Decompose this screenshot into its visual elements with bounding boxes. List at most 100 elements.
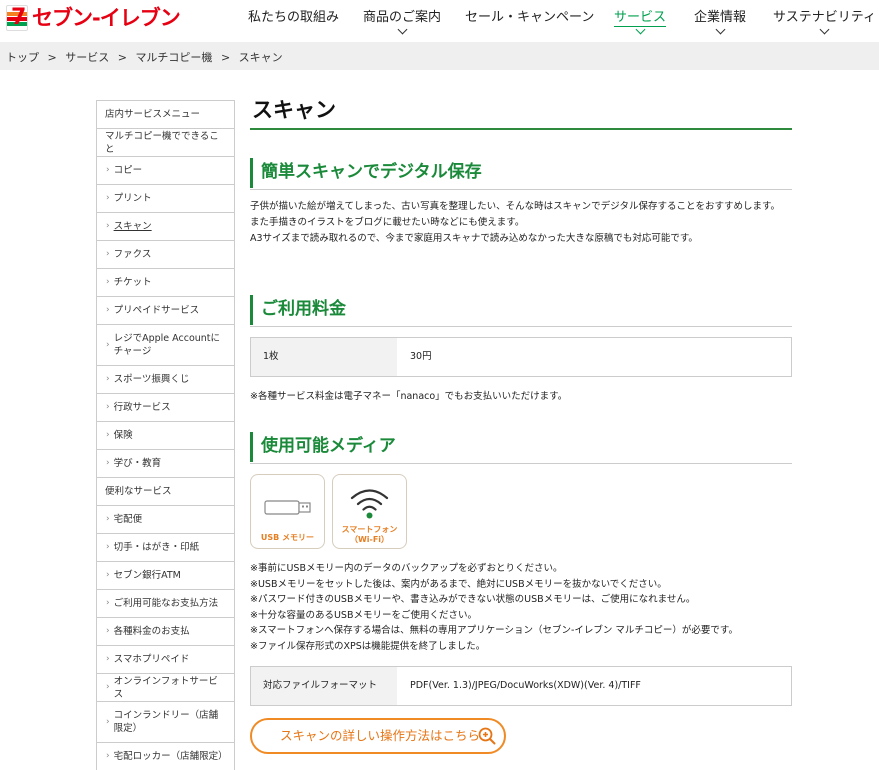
sidebar-item-online-photo[interactable]: › オンラインフォトサービス [97, 674, 234, 702]
media-smartphone-wifi: スマートフォン （Wi-Fi） [332, 474, 407, 549]
file-format-table: 対応ファイルフォーマット PDF(Ver. 1.3)/JPEG/DocuWork… [250, 666, 792, 706]
note-line: ※十分な容量のあるUSBメモリーをご使用ください。 [250, 609, 477, 621]
chevron-right-icon: › [106, 716, 110, 727]
nav-label: サステナビリティ [773, 10, 876, 25]
nav-item-initiatives[interactable]: 私たちの取組み [248, 6, 339, 25]
nav-item-sustainability[interactable]: サステナビリティ [773, 6, 876, 35]
chevron-right-icon: › [106, 221, 110, 231]
sidebar-item-label: チケット [113, 277, 152, 288]
sidebar-item-sports-lottery[interactable]: › スポーツ振興くじ [97, 366, 234, 394]
sidebar-item-useful-services[interactable]: 便利なサービス [97, 478, 234, 506]
sidebar-item-scan[interactable]: › スキャン [97, 213, 234, 241]
logo-text: セブン-イレブン [32, 6, 181, 30]
chevron-right-icon: › [106, 374, 110, 384]
sidebar-item-multicopy[interactable]: マルチコピー機でできること [97, 129, 234, 157]
chevron-right-icon: › [106, 193, 110, 203]
breadcrumb-separator: > [47, 51, 57, 64]
sidebar-item-label: コインランドリー（店舗限定） [113, 710, 219, 734]
price-table: 1枚 30円 [250, 337, 792, 377]
site-header: 7 セブン-イレブン 私たちの取組み 商品のご案内 セール・キャンペーン サービ… [0, 0, 879, 42]
sidebar-item-delivery[interactable]: › 宅配便 [97, 506, 234, 534]
sidebar-item-government[interactable]: › 行政サービス [97, 394, 234, 422]
breadcrumb-services[interactable]: サービス [65, 51, 109, 64]
note-line: ※スマートフォンへ保存する場合は、無料の専用アプリケーション（セブン-イレブン … [250, 625, 738, 636]
sidebar-item-label: 店内サービスメニュー [105, 109, 201, 120]
section-description: 子供が描いた絵が増えてしまった、古い写真を整理したい、そんな時はスキャンでデジタ… [250, 199, 792, 247]
chevron-down-icon [397, 24, 407, 35]
chevron-down-icon [819, 24, 830, 35]
nav-label: 商品のご案内 [363, 10, 442, 25]
nav-item-products[interactable]: 商品のご案内 [363, 6, 442, 35]
sidebar-item-insurance[interactable]: › 保険 [97, 422, 234, 450]
chevron-right-icon: › [106, 598, 110, 608]
sidebar-item-label: 便利なサービス [105, 486, 172, 497]
sidebar-item-label: プリペイドサービス [113, 305, 200, 316]
media-notes: ※事前にUSBメモリー内のデータのバックアップを必ずおとりください。 ※USBメ… [250, 561, 792, 654]
usb-memory-icon [264, 500, 311, 515]
media-label: スマートフォン [341, 525, 398, 534]
sidebar-item-payment-methods[interactable]: › ご利用可能なお支払方法 [97, 590, 234, 618]
sidebar-item-fax[interactable]: › ファクス [97, 241, 234, 269]
section-title-pricing: ご利用料金 [250, 295, 792, 327]
chevron-right-icon: › [106, 570, 110, 580]
sidebar-item-label: ご利用可能なお支払方法 [113, 598, 219, 609]
section-title-digital-save: 簡単スキャンでデジタル保存 [250, 158, 792, 190]
nav-item-sale-campaign[interactable]: セール・キャンペーン [465, 6, 594, 25]
sidebar-item-label: オンラインフォトサービス [113, 675, 218, 700]
chevron-right-icon: › [106, 751, 110, 761]
sidebar-item-delivery-locker[interactable]: › 宅配ロッカー（店舗限定） [97, 743, 234, 770]
sidebar-item-label: 各種料金のお支払 [113, 626, 190, 637]
sidebar-item-stamps[interactable]: › 切手・はがき・印紙 [97, 534, 234, 562]
breadcrumb-separator: > [220, 51, 231, 64]
breadcrumb-current: スキャン [238, 51, 283, 64]
sidebar-item-label: マルチコピー機でできること [105, 130, 219, 155]
chevron-right-icon: › [106, 654, 110, 664]
sidebar-item-education[interactable]: › 学び・教育 [97, 450, 234, 478]
chevron-right-icon: › [106, 514, 110, 524]
sidebar-item-coin-laundry[interactable]: › コインランドリー（店舗限定） [97, 702, 234, 743]
sidebar-item-ticket[interactable]: › チケット [97, 269, 234, 297]
sidebar-item-apple-charge[interactable]: › レジでApple Accountにチャージ [97, 325, 234, 366]
breadcrumb-top[interactable]: トップ [6, 51, 39, 64]
chevron-right-icon: › [106, 682, 110, 692]
sidebar-item-label: レジでApple Accountにチャージ [113, 333, 221, 357]
description-line: 子供が描いた絵が増えてしまった、古い写真を整理したい、そんな時はスキャンでデジタ… [250, 201, 781, 212]
scan-instructions-button[interactable]: スキャンの詳しい操作方法はこちら [250, 718, 506, 754]
sidebar-item-label: ファクス [113, 249, 152, 260]
media-label: USB メモリー [260, 533, 315, 542]
description-line: A3サイズまで読み取れるので、今まで家庭用スキャナで読み込めなかった大きな原稿で… [250, 233, 698, 244]
media-usb-memory: USB メモリー [250, 474, 325, 549]
sidebar-item-label: プリント [113, 193, 152, 204]
sidebar-item-label: スマホプリペイド [113, 654, 190, 665]
nav-label: 私たちの取組み [248, 10, 340, 25]
chevron-right-icon: › [106, 277, 110, 287]
wifi-icon [350, 489, 389, 519]
chevron-down-icon [715, 24, 725, 35]
breadcrumb-multicopy[interactable]: マルチコピー機 [135, 51, 212, 64]
section-title-media: 使用可能メディア [250, 432, 792, 464]
payment-note: ※各種サービス料金は電子マネー「nanaco」でもお支払いいただけます。 [250, 391, 568, 402]
page-title: スキャン [250, 96, 792, 130]
sidebar-item-smartphone-prepaid[interactable]: › スマホプリペイド [97, 646, 234, 674]
sidebar-item-prepaid[interactable]: › プリペイドサービス [97, 297, 234, 325]
chevron-right-icon: › [106, 458, 110, 468]
media-label: （Wi-Fi） [349, 535, 390, 544]
sidebar-heading: 店内サービスメニュー [97, 101, 234, 129]
sidebar-item-print[interactable]: › プリント [97, 185, 234, 213]
note-line: ※パスワード付きのUSBメモリーや、書き込みができない状態のUSBメモリーは、ご… [250, 594, 696, 605]
nav-item-services[interactable]: サービス [614, 6, 667, 35]
nav-item-corporate[interactable]: 企業情報 [694, 6, 747, 35]
nav-label: 企業情報 [694, 10, 747, 25]
sidebar-item-bill-payment[interactable]: › 各種料金のお支払 [97, 618, 234, 646]
sidebar-item-atm[interactable]: › セブン銀行ATM [97, 562, 234, 590]
sidebar-item-label: スキャン [113, 221, 152, 232]
file-format-label: 対応ファイルフォーマット [251, 667, 397, 705]
sidebar-item-label: セブン銀行ATM [113, 570, 181, 581]
sidebar-item-copy[interactable]: › コピー [97, 157, 234, 185]
seven-eleven-mark-icon: 7 [6, 5, 28, 31]
note-line: ※USBメモリーをセットした後は、案内があるまで、絶対にUSBメモリーを抜かない… [250, 578, 667, 590]
seven-eleven-logo[interactable]: 7 セブン-イレブン [6, 5, 186, 31]
price-value: 30円 [410, 351, 432, 362]
breadcrumb-bar: トップ > サービス > マルチコピー機 > スキャン [0, 42, 879, 70]
scan-instructions-label: スキャンの詳しい操作方法はこちら [280, 728, 481, 743]
